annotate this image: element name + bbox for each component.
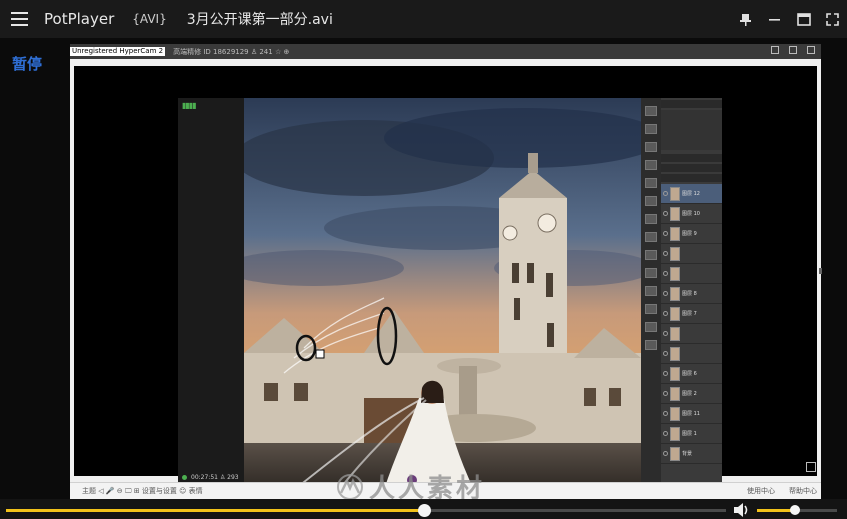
title-bar: PotPlayer {AVI} 3月公开课第一部分.avi <box>0 0 847 38</box>
ps-layer-row: 背景 <box>661 444 722 464</box>
layer-thumbnail <box>670 426 680 441</box>
seek-handle[interactable] <box>417 504 431 517</box>
layer-thumbnail <box>670 266 680 281</box>
layer-name: 图层 7 <box>682 311 697 317</box>
layer-name: 背景 <box>682 451 693 457</box>
eye-icon <box>663 191 668 196</box>
menu-icon[interactable] <box>0 0 38 38</box>
layer-thumbnail <box>670 226 680 241</box>
file-name: 3月公开课第一部分.avi <box>186 12 333 28</box>
ps-layer-row: 图层 8 <box>661 284 722 304</box>
layer-thumbnail <box>670 326 680 341</box>
ps-layer-row <box>661 344 722 364</box>
eye-icon <box>663 311 668 316</box>
eye-icon <box>663 451 668 456</box>
layer-name: 图层 10 <box>682 211 700 217</box>
layer-thumbnail <box>670 306 680 321</box>
layer-thumbnail <box>670 346 680 361</box>
ps-layer-row <box>661 244 722 264</box>
layer-name: 图层 9 <box>682 231 697 237</box>
pin-icon[interactable] <box>731 0 760 38</box>
eye-icon <box>663 211 668 216</box>
side-handle[interactable] <box>819 268 822 274</box>
rec-close-icon <box>807 46 815 54</box>
ps-layer-row: 图层 2 <box>661 384 722 404</box>
layer-thumbnail <box>670 446 680 461</box>
video-canvas: ▮▮▮▮ 00:27:51 ♙ 293 图层 12 图层 10 图层 9 图层 … <box>74 66 817 490</box>
signal-icon: ▮▮▮▮ <box>182 101 197 110</box>
layer-thumbnail <box>670 206 680 221</box>
ps-layer-row: 图层 11 <box>661 404 722 424</box>
video-area[interactable]: Unregistered HyperCam 2 高端精修 ID 18629129… <box>70 44 821 504</box>
eye-icon <box>663 411 668 416</box>
maximize-icon[interactable] <box>789 0 818 38</box>
resize-icon <box>806 462 816 472</box>
eye-icon <box>663 431 668 436</box>
eye-icon <box>663 331 668 336</box>
fullscreen-icon[interactable] <box>818 0 847 38</box>
layer-name: 图层 8 <box>682 291 697 297</box>
ps-layers-panel: 图层 12 图层 10 图层 9 图层 8 图层 7 图层 6 图层 2 图层 11 图层 1 背… <box>661 98 722 490</box>
minimize-icon[interactable] <box>760 0 789 38</box>
layer-thumbnail <box>670 186 680 201</box>
rec-window-icon <box>771 46 779 54</box>
wedding-photo <box>244 98 641 490</box>
app-name: PotPlayer <box>44 10 115 28</box>
eye-icon <box>663 271 668 276</box>
format-label: {AVI} <box>132 12 167 26</box>
hypercam-watermark: Unregistered HyperCam 2 <box>70 47 166 56</box>
eye-icon <box>663 351 668 356</box>
eye-icon <box>663 251 668 256</box>
layer-name: 图层 1 <box>682 431 697 437</box>
footer-user-center: 使用中心 <box>747 487 775 495</box>
seek-progress <box>6 509 424 512</box>
volume-handle[interactable] <box>790 505 801 515</box>
footer-left-tools: 主题 ◁ 🎤 ⊖ 🖵 ⊞ 设置与设置 ☺ 表情 <box>82 487 203 495</box>
ps-layer-row: 图层 6 <box>661 364 722 384</box>
footer-help-center: 帮助中心 <box>789 487 817 495</box>
pause-status: 暂停 <box>12 55 43 73</box>
eye-icon <box>663 291 668 296</box>
eye-icon <box>663 391 668 396</box>
ps-layer-row: 图层 10 <box>661 204 722 224</box>
eye-icon <box>663 371 668 376</box>
site-logo-icon <box>337 473 363 500</box>
ps-layer-row <box>661 324 722 344</box>
ps-toolbar <box>641 98 661 490</box>
volume-bar[interactable] <box>757 505 837 515</box>
ps-layer-row: 图层 9 <box>661 224 722 244</box>
recording-header: Unregistered HyperCam 2 高端精修 ID 18629129… <box>70 44 821 59</box>
layer-thumbnail <box>670 406 680 421</box>
layer-name: 图层 12 <box>682 191 700 197</box>
layer-name: 图层 11 <box>682 411 700 417</box>
rec-settings-icon <box>789 46 797 54</box>
ps-side-strip: ▮▮▮▮ 00:27:51 ♙ 293 <box>178 98 244 490</box>
recording-timer: 00:27:51 ♙ 293 <box>182 474 239 481</box>
layer-thumbnail <box>670 246 680 261</box>
layer-name: 图层 2 <box>682 391 697 397</box>
ps-layer-row: 图层 1 <box>661 424 722 444</box>
layer-thumbnail <box>670 286 680 301</box>
layer-thumbnail <box>670 386 680 401</box>
speaker-icon[interactable] <box>733 502 751 519</box>
playback-controls <box>0 499 847 519</box>
seek-bar[interactable] <box>6 504 726 517</box>
layer-name: 图层 6 <box>682 371 697 377</box>
live-dot-icon <box>182 475 187 480</box>
ps-layer-row: 图层 12 <box>661 184 722 204</box>
eye-icon <box>663 231 668 236</box>
ps-layer-row <box>661 264 722 284</box>
layer-thumbnail <box>670 366 680 381</box>
ps-layer-row: 图层 7 <box>661 304 722 324</box>
photoshop-window: ▮▮▮▮ 00:27:51 ♙ 293 图层 12 图层 10 图层 9 图层 … <box>178 98 722 490</box>
recording-header-text: 高端精修 ID 18629129 ♙ 241 ☆ ⊕ <box>173 47 290 56</box>
